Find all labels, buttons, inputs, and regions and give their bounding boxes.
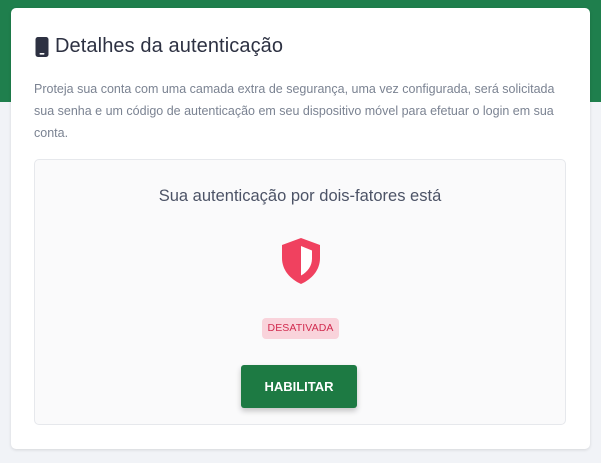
status-panel: Sua autenticação por dois-fatores está D… (34, 159, 566, 425)
shield-icon (277, 236, 325, 286)
card-header: Detalhes da autenticação (34, 35, 283, 58)
status-badge: DESATIVADA (262, 318, 339, 339)
enable-button[interactable]: HABILITAR (241, 365, 357, 408)
phone-icon (34, 36, 50, 58)
card-description: Proteja sua conta com uma camada extra d… (34, 82, 555, 140)
card-title: Detalhes da autenticação (55, 35, 284, 57)
status-heading: Sua autenticação por dois-fatores está (158, 187, 442, 205)
two-factor-card: Detalhes da autenticação Proteja sua con… (11, 8, 590, 449)
